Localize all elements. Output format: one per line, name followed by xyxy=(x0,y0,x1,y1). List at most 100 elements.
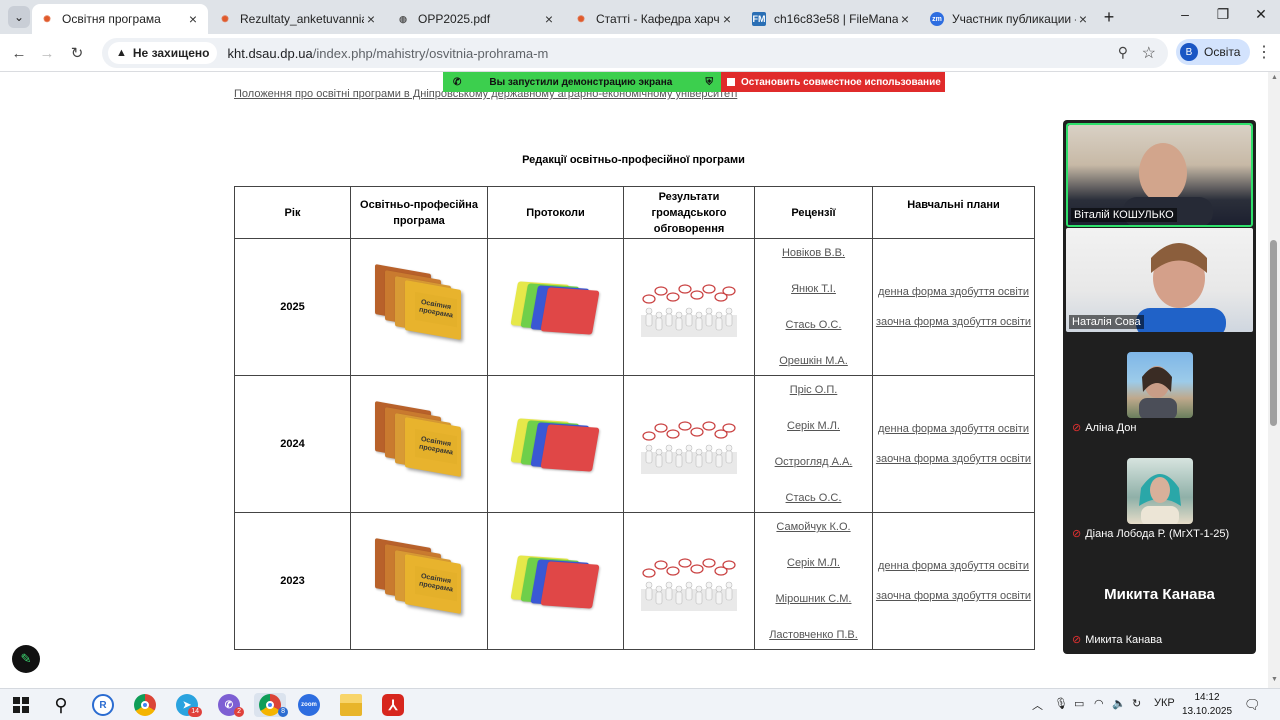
bookmark-star-icon[interactable]: ☆ xyxy=(1142,43,1156,63)
protocols-folder-image[interactable] xyxy=(508,277,604,337)
study-plan-link[interactable]: денна форма здобуття освіти xyxy=(878,560,1029,572)
viber-icon[interactable]: ✆ 2 xyxy=(216,693,244,717)
study-plan-link[interactable]: денна форма здобуття освіти xyxy=(878,286,1029,298)
scroll-down-icon[interactable]: ▼ xyxy=(1271,676,1278,683)
tab-filemanager[interactable]: FM ch16c83e58 | FileManager × xyxy=(744,4,920,34)
tab-statti[interactable]: ✺ Статті - Кафедра харчовик × xyxy=(566,4,742,34)
close-tab-icon[interactable]: × xyxy=(1076,11,1090,27)
participant-tile[interactable]: Наталія Сова xyxy=(1066,228,1253,338)
filemanager-icon: FM xyxy=(752,12,766,26)
file-explorer-icon[interactable] xyxy=(338,693,364,717)
profile-button[interactable]: В Освіта xyxy=(1176,39,1251,65)
participant-tile[interactable]: Віталій КОШУЛЬКО xyxy=(1066,123,1253,227)
stop-share-button[interactable]: Остановить совместное использование xyxy=(721,72,945,92)
minimize-icon[interactable]: – xyxy=(1170,6,1200,22)
program-folder-image[interactable]: Освітня програма xyxy=(371,264,467,345)
notifications-icon[interactable]: 🗨 xyxy=(1244,697,1261,713)
windows-start-icon[interactable] xyxy=(8,693,34,717)
review-link[interactable]: Самойчук К.О. xyxy=(776,521,850,533)
review-link[interactable]: Стась О.С. xyxy=(786,492,842,504)
close-tab-icon[interactable]: × xyxy=(186,11,200,27)
plans-cell: денна форма здобуття освіти заочна форма … xyxy=(872,512,1035,650)
public-discussion-image[interactable] xyxy=(641,414,737,474)
telegram-icon[interactable]: ➤ 14 xyxy=(174,693,202,717)
close-tab-icon[interactable]: × xyxy=(364,11,378,27)
study-plan-link[interactable]: заочна форма здобуття освіти xyxy=(876,453,1031,465)
reviews-cell: Пріс О.П. Серік М.Л. Острогляд А.А. Стась О… xyxy=(754,375,873,513)
program-folder-image[interactable]: Освітня програма xyxy=(371,538,467,619)
review-link[interactable]: Мірошник С.М. xyxy=(776,593,852,605)
mic-muted-icon: ⊘ xyxy=(1072,528,1082,540)
zoom-icon[interactable]: zoom xyxy=(296,693,322,717)
forward-arrow-icon[interactable]: → xyxy=(36,42,58,64)
app-icon[interactable]: R xyxy=(90,693,116,717)
review-link[interactable]: Острогляд А.А. xyxy=(775,456,853,468)
tray-chevron-icon[interactable]: ︿ xyxy=(1032,697,1043,713)
tab-search-dropdown-icon[interactable]: ⌄ xyxy=(8,6,30,28)
new-tab-button[interactable]: + xyxy=(1098,6,1120,28)
public-discussion-image[interactable] xyxy=(641,551,737,611)
url-text[interactable]: kht.dsau.dp.ua/index.php/mahistry/osvitn… xyxy=(227,46,548,61)
review-link[interactable]: Орешкін М.А. xyxy=(779,355,848,367)
tab-osvitnia-prohrama[interactable]: ✺ Освітня програма × xyxy=(32,4,208,34)
pdf-reader-icon[interactable]: ⅄ xyxy=(380,693,406,717)
public-discussion-image[interactable] xyxy=(641,277,737,337)
protocols-folder-image[interactable] xyxy=(508,551,604,611)
program-folder-image[interactable]: Освітня програма xyxy=(371,401,467,482)
participant-tile[interactable]: ⊘ Аліна Дон xyxy=(1066,334,1253,438)
tab-opp2025[interactable]: ◍ OPP2025.pdf × xyxy=(388,4,564,34)
close-tab-icon[interactable]: × xyxy=(898,11,912,27)
sync-icon[interactable]: ↻ xyxy=(1132,697,1141,710)
joomla-icon: ✺ xyxy=(221,13,229,24)
address-bar[interactable]: ▲ Не захищено kht.dsau.dp.ua/index.php/m… xyxy=(102,38,1168,68)
maximize-icon[interactable]: ❐ xyxy=(1208,6,1238,23)
tab-zoom-participant[interactable]: zm Участник публикации - Z × xyxy=(922,4,1098,34)
close-tab-icon[interactable]: × xyxy=(720,11,734,27)
search-icon[interactable]: ⚲ xyxy=(48,693,74,717)
review-link[interactable]: Стась О.С. xyxy=(786,319,842,331)
reload-icon[interactable]: ↻ xyxy=(66,42,88,64)
review-link[interactable]: Янюк Т.І. xyxy=(791,283,836,295)
study-plan-link[interactable]: денна форма здобуття освіти xyxy=(878,423,1029,435)
protocols-folder-image[interactable] xyxy=(508,414,604,474)
year-cell: 2023 xyxy=(234,512,351,650)
zoom-magnifier-icon[interactable]: ⚲ xyxy=(1118,44,1128,61)
system-clock[interactable]: 14:12 13.10.2025 xyxy=(1180,691,1234,719)
scroll-up-icon[interactable]: ▲ xyxy=(1271,74,1278,81)
volume-icon[interactable]: 🔈 xyxy=(1112,697,1126,710)
study-plan-link[interactable]: заочна форма здобуття освіти xyxy=(876,316,1031,328)
chrome-icon[interactable] xyxy=(132,693,158,717)
stop-square-icon xyxy=(727,78,735,86)
participant-tile[interactable]: ⊘ Діана Лобода Р. (МгХТ-1-25) xyxy=(1066,440,1253,544)
year-cell: 2025 xyxy=(234,238,351,376)
screen-share-text: Вы запустили демонстрацию экрана xyxy=(489,76,673,88)
globe-icon: ◍ xyxy=(399,13,407,24)
review-link[interactable]: Серік М.Л. xyxy=(787,557,840,569)
participant-tile[interactable]: Микита Канава ⊘ Микита Канава xyxy=(1066,546,1253,650)
more-menu-icon[interactable]: ⋮ xyxy=(1256,42,1272,62)
microphone-icon[interactable]: 🎙 xyxy=(1054,697,1068,710)
mic-muted-icon: ⊘ xyxy=(1072,634,1082,646)
chrome-profile-icon[interactable]: 8 xyxy=(254,693,288,717)
wifi-icon[interactable]: ◠ xyxy=(1094,697,1104,710)
review-link[interactable]: Пріс О.П. xyxy=(790,384,838,396)
review-link[interactable]: Серік М.Л. xyxy=(787,420,840,432)
page-scrollbar[interactable]: ▲ ▼ xyxy=(1268,72,1280,688)
participant-name: ⊘ Микита Канава xyxy=(1072,633,1163,647)
study-plan-link[interactable]: заочна форма здобуття освіти xyxy=(876,590,1031,602)
back-arrow-icon[interactable]: ← xyxy=(8,42,30,64)
tab-rezultaty[interactable]: ✺ Rezultaty_anketuvannia_vs × xyxy=(210,4,386,34)
review-link[interactable]: Ластовченко П.В. xyxy=(769,629,858,641)
stop-share-label: Остановить совместное использование xyxy=(741,76,941,88)
edit-pencil-button[interactable]: ✎ xyxy=(12,645,40,673)
language-indicator[interactable]: УКР xyxy=(1154,697,1175,709)
review-link[interactable]: Новіков В.В. xyxy=(782,247,845,259)
close-tab-icon[interactable]: × xyxy=(542,11,556,27)
scrollbar-thumb[interactable] xyxy=(1270,240,1277,426)
clock-date: 13.10.2025 xyxy=(1181,706,1233,717)
participant-display-name: Микита Канава xyxy=(1104,586,1215,603)
window-close-icon[interactable]: ✕ xyxy=(1246,6,1276,23)
battery-icon[interactable]: ▭ xyxy=(1074,697,1084,710)
security-chip[interactable]: ▲ Не захищено xyxy=(108,42,218,64)
page-content: Положення про освітні програми в Дніпров… xyxy=(0,72,1268,688)
